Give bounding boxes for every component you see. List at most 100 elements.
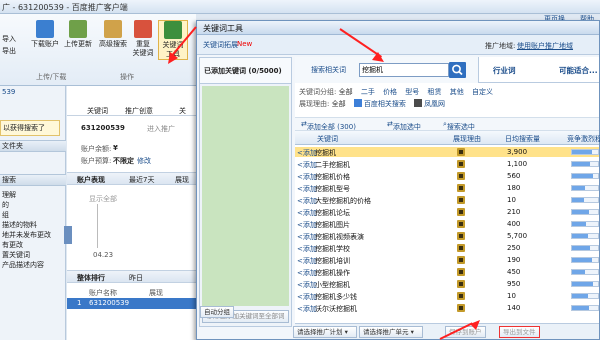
competition-bar (571, 281, 599, 287)
advanced-search-button[interactable]: 高级搜索 (98, 20, 128, 49)
add-keyword-link[interactable]: <添加 (297, 184, 317, 194)
col-competition[interactable]: 竞争激烈程度 (567, 134, 600, 144)
keyword-row[interactable]: <添加 挖掘机 3,900 (295, 147, 599, 157)
col-keyword[interactable]: 关键词 (317, 134, 338, 144)
keyword-text: 挖掘机图片 (315, 221, 350, 229)
keyword-text: 挖掘机论坛 (315, 209, 350, 217)
reason-icon (457, 184, 465, 192)
add-keyword-link[interactable]: <添加 (297, 160, 317, 170)
add-keyword-link[interactable]: <添加 (297, 244, 317, 254)
promo-area-link[interactable]: 使用账户推广地域 (517, 41, 573, 51)
reason-icon (457, 268, 465, 276)
keyword-row[interactable]: <添加 小型挖掘机 950 (295, 279, 599, 289)
panel-splitter-handle[interactable] (64, 226, 72, 244)
left-nav-item[interactable]: 的 (2, 200, 9, 210)
left-nav-item[interactable]: 置关键词 (2, 250, 30, 260)
col-reason[interactable]: 展现理由 (453, 134, 481, 144)
auto-group-button[interactable]: 自动分组 (200, 306, 234, 318)
add-selected-button[interactable]: ⇄ 添加选中 (387, 120, 421, 131)
search-button[interactable] (449, 62, 466, 78)
tab-may-suit[interactable]: 可能适合... (559, 65, 598, 76)
filter-group-option[interactable]: 二手 (361, 88, 375, 96)
keyword-search-input[interactable]: 挖掘机 (359, 63, 449, 77)
upload-update-button[interactable]: 上传更新 (63, 20, 93, 49)
keyword-row[interactable]: <添加 挖掘机多少钱 10 (295, 291, 599, 301)
add-keyword-link[interactable]: <添加 (297, 196, 317, 206)
filter-reason-row: 展现理由: 全部 百度相关搜索 凤凰网 (299, 99, 446, 108)
search-selected-button[interactable]: ⌕ 搜索选中 (443, 120, 475, 131)
unit-select[interactable]: 请选择推广单元 ▾ (359, 326, 423, 338)
col-volume[interactable]: 日均搜索量 (505, 134, 540, 144)
folder-header[interactable]: 文件夹 (0, 140, 66, 152)
filter-group-option[interactable]: 租赁 (428, 88, 442, 96)
account-short[interactable]: 539 (2, 88, 15, 96)
add-keyword-link[interactable]: <添加 (297, 232, 317, 242)
left-nav-item[interactable]: 有更改 (2, 240, 23, 250)
new-badge: New (237, 40, 253, 48)
search-header[interactable]: 搜索 (0, 174, 66, 186)
left-nav-item[interactable]: 地并未发布更改 (2, 230, 51, 240)
keyword-row[interactable]: <添加 挖掘机视频表演 5,700 (295, 231, 599, 241)
filter-group-option[interactable]: 自定义 (472, 88, 493, 96)
add-keyword-link[interactable]: <添加 (297, 268, 317, 278)
plan-select[interactable]: 请选择推广计划 ▾ (293, 326, 357, 338)
filter-group-option[interactable]: 价格 (383, 88, 397, 96)
keyword-row[interactable]: <添加 挖掘机学校 250 (295, 243, 599, 253)
tab-industry-words[interactable]: 行业词 (493, 65, 516, 76)
keyword-expand-link[interactable]: 关键词拓展 (203, 40, 238, 50)
keyword-table-body: <添加 挖掘机 3,900 <添加 二手挖掘机 1,100 <添加 挖掘机价格 560 <添加 挖掘… (295, 145, 599, 323)
keyword-row[interactable]: <添加 挖掘机论坛 210 (295, 207, 599, 217)
keyword-row[interactable]: <添加 挖掘机价格 560 (295, 171, 599, 181)
keyword-row[interactable]: <添加 挖掘机操作 450 (295, 267, 599, 277)
add-keyword-link[interactable]: <添加 (297, 292, 317, 302)
add-keyword-link[interactable]: <添加 (297, 208, 317, 218)
keyword-row[interactable]: <添加 挖掘机图片 400 (295, 219, 599, 229)
ranking-period[interactable]: 昨日 (129, 273, 143, 283)
impression-checkbox[interactable]: 展现 (175, 175, 189, 185)
keyword-row[interactable]: <添加 二手挖掘机 1,100 (295, 159, 599, 169)
added-keywords-list[interactable] (202, 86, 289, 306)
add-keyword-link[interactable]: <添加 (297, 280, 317, 290)
keyword-row[interactable]: <添加 沃尔沃挖掘机 140 (295, 303, 599, 313)
filter-group-option[interactable]: 型号 (405, 88, 419, 96)
search-volume: 560 (507, 172, 521, 180)
export-button[interactable]: 导出 (2, 46, 16, 56)
duplicate-keywords-button[interactable]: 重复 关键词 (128, 20, 158, 58)
tab-keywords[interactable]: 关键词 (87, 106, 108, 116)
keyword-row[interactable]: <添加 挖掘机型号 180 (295, 183, 599, 193)
ranking-row-selected[interactable]: 1 631200539 (67, 298, 196, 309)
filter-group-all[interactable]: 全部 (339, 88, 353, 96)
add-keyword-link[interactable]: <添加 (297, 256, 317, 266)
dialog-titlebar[interactable]: 关键词工具 (197, 21, 599, 35)
period-select[interactable]: 最近7天 (129, 175, 154, 185)
left-nav-item[interactable]: 理解 (2, 190, 16, 200)
competition-bar (571, 197, 599, 203)
show-all-label[interactable]: 显示全部 (89, 194, 117, 204)
baidu-related-icon (353, 99, 362, 107)
keyword-text: 挖掘机视频表演 (315, 233, 364, 241)
reason-icon (457, 148, 465, 156)
add-keyword-link[interactable]: <添加 (297, 220, 317, 230)
add-all-button[interactable]: ⇄ 添加全部 (300) (301, 120, 356, 131)
keyword-row[interactable]: <添加 大型挖掘机的价格 10 (295, 195, 599, 205)
tab-creatives[interactable]: 推广创意 (125, 106, 153, 116)
tab-search-related[interactable]: 搜索相关词 挖掘机 (295, 57, 479, 83)
export-to-file-button[interactable]: 导出到文件 (499, 326, 540, 338)
filter-reason-option[interactable]: 百度相关搜索 (353, 99, 406, 108)
import-button[interactable]: 导入 (2, 34, 16, 44)
left-nav-item[interactable]: 产品描述内容 (2, 260, 44, 270)
filter-reason-all[interactable]: 全部 (332, 100, 346, 108)
add-keyword-link[interactable]: <添加 (297, 304, 317, 314)
keyword-row[interactable]: <添加 挖掘机培训 190 (295, 255, 599, 265)
budget-edit-link[interactable]: 修改 (137, 156, 151, 166)
add-keyword-link[interactable]: <添加 (297, 172, 317, 182)
left-nav-item[interactable]: 组 (2, 210, 9, 220)
download-account-button[interactable]: 下载账户 (30, 20, 60, 49)
filter-group-option[interactable]: 其他 (450, 88, 464, 96)
filter-reason-option[interactable]: 凤凰网 (414, 99, 445, 108)
enter-promo-link[interactable]: 进入推广 (147, 124, 175, 134)
add-keyword-link[interactable]: <添加 (297, 148, 317, 158)
filter-group-row: 关键词分组: 全部 二手 价格 型号 租赁 其他 自定义 (299, 88, 493, 96)
tab-more[interactable]: 关 (179, 106, 186, 116)
left-nav-item[interactable]: 描述的物料 (2, 220, 37, 230)
